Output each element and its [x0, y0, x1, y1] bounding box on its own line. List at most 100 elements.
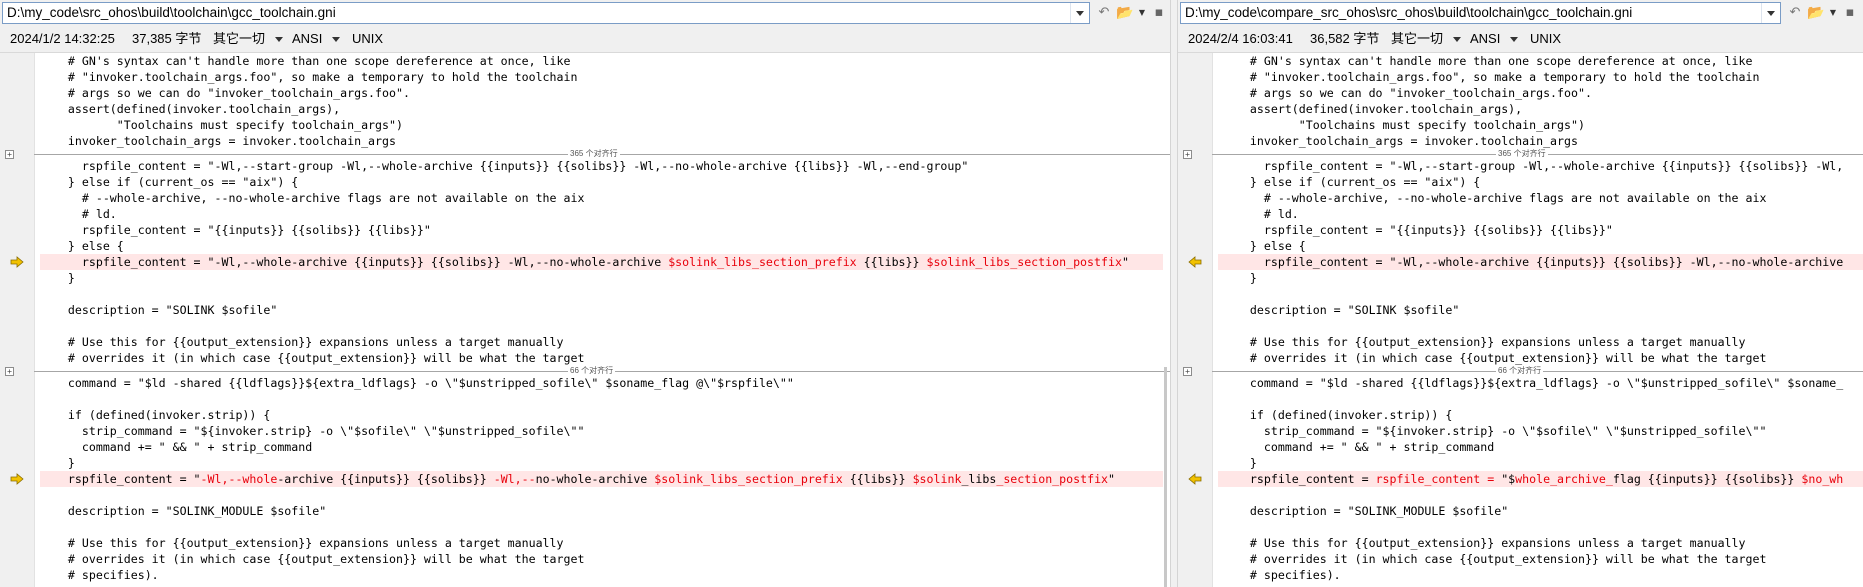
code-line: # specifies). — [40, 568, 159, 582]
code-line: if (defined(invoker.strip)) { — [1222, 408, 1453, 422]
dropdown-arrow-icon[interactable]: ▼ — [1138, 4, 1146, 22]
right-toolbar: ↶ 📂 ▼ ▪ — [1787, 3, 1858, 23]
code-line: description = "SOLINK $sofile" — [1222, 303, 1460, 317]
code-line: description = "SOLINK_MODULE $sofile" — [40, 504, 327, 518]
left-info-bar: 2024/1/2 14:32:25 37,385 字节 其它一切 ANSI UN… — [0, 26, 1170, 53]
diff-line[interactable]: rspfile_content = "-Wl,--whole-archive {… — [0, 471, 1170, 487]
diff-line[interactable]: rspfile_content = "-Wl,--whole-archive {… — [0, 254, 1170, 270]
folder-open-icon[interactable]: 📂 — [1116, 4, 1133, 22]
right-encoding-label: ANSI — [1470, 31, 1501, 46]
code-line: # --whole-archive, --no-whole-archive fl… — [40, 191, 585, 205]
code-line: # Use this for {{output_extension}} expa… — [40, 536, 564, 550]
code-line: # --whole-archive, --no-whole-archive fl… — [1222, 191, 1767, 205]
code-line: } else if (current_os == "aix") { — [1222, 175, 1481, 189]
save-icon[interactable]: ▪ — [1842, 4, 1858, 22]
chevron-down-icon — [275, 37, 284, 43]
code-line: # Use this for {{output_extension}} expa… — [1222, 335, 1746, 349]
left-filter-select[interactable]: 其它一切 — [213, 26, 284, 52]
left-code-view[interactable]: # GN's syntax can't handle more than one… — [0, 53, 1170, 587]
code-line: "Toolchains must specify toolchain_args"… — [40, 118, 403, 132]
right-encoding-select[interactable]: ANSI — [1470, 26, 1519, 52]
code-line: description = "SOLINK_MODULE $sofile" — [1222, 504, 1509, 518]
right-info-bar: 2024/2/4 16:03:41 36,582 字节 其它一切 ANSI UN… — [1178, 26, 1863, 53]
code-line: # overrides it (in which case {{output_e… — [1222, 552, 1767, 566]
right-file-size: 36,582 字节 — [1310, 31, 1380, 46]
code-line: strip_command = "${invoker.strip} -o \"$… — [1222, 424, 1767, 438]
pane-splitter[interactable] — [1170, 0, 1178, 587]
chevron-down-icon — [1453, 37, 1462, 43]
left-filter-label: 其它一切 — [213, 31, 266, 46]
code-line: assert(defined(invoker.toolchain_args), — [1222, 102, 1523, 116]
left-file-size: 37,385 字节 — [132, 31, 202, 46]
left-file-pane: D:\my_code\src_ohos\build\toolchain\gcc_… — [0, 0, 1170, 587]
right-code-view[interactable]: # GN's syntax can't handle more than one… — [1178, 53, 1863, 587]
code-line: } — [1222, 271, 1257, 285]
code-line: strip_command = "${invoker.strip} -o \"$… — [40, 424, 585, 438]
undo-icon[interactable]: ↶ — [1096, 4, 1112, 22]
left-encoding-select[interactable]: ANSI — [292, 26, 341, 52]
right-file-datetime: 2024/2/4 16:03:41 — [1188, 31, 1293, 46]
code-line: # Use this for {{output_extension}} expa… — [1222, 536, 1746, 550]
code-line: invoker_toolchain_args = invoker.toolcha… — [40, 134, 396, 148]
left-encoding-label: ANSI — [292, 31, 323, 46]
left-path-dropdown-icon[interactable] — [1070, 3, 1089, 23]
right-file-pane: D:\my_code\compare_src_ohos\src_ohos\bui… — [1178, 0, 1863, 587]
code-line: } else if (current_os == "aix") { — [40, 175, 299, 189]
code-line: assert(defined(invoker.toolchain_args), — [40, 102, 341, 116]
code-line: } — [1222, 456, 1257, 470]
code-line: # ld. — [1222, 207, 1299, 221]
code-line: rspfile_content = "{{inputs}} {{solibs}}… — [1222, 223, 1613, 237]
next-diff-arrow-icon[interactable] — [10, 256, 24, 268]
left-file-datetime: 2024/1/2 14:32:25 — [10, 31, 115, 46]
code-line: rspfile_content = "{{inputs}} {{solibs}}… — [40, 223, 431, 237]
code-line-diff: rspfile_content = "-Wl,--whole-archive {… — [1222, 255, 1844, 269]
code-line-diff: rspfile_content = "-Wl,--whole-archive {… — [40, 472, 1116, 486]
undo-icon[interactable]: ↶ — [1787, 4, 1803, 22]
right-eol-label: UNIX — [1530, 31, 1562, 46]
code-line: "Toolchains must specify toolchain_args"… — [1222, 118, 1585, 132]
code-line: # "invoker.toolchain_args.foo", so make … — [40, 70, 578, 84]
code-line: # GN's syntax can't handle more than one… — [40, 54, 571, 68]
code-line: invoker_toolchain_args = invoker.toolcha… — [1222, 134, 1578, 148]
left-path-bar: D:\my_code\src_ohos\build\toolchain\gcc_… — [0, 0, 1170, 27]
code-line-diff: rspfile_content = "-Wl,--whole-archive {… — [40, 255, 1129, 269]
chevron-down-icon — [332, 37, 341, 43]
left-path-combobox[interactable]: D:\my_code\src_ohos\build\toolchain\gcc_… — [2, 2, 1090, 24]
save-icon[interactable]: ▪ — [1151, 4, 1167, 22]
code-line: # overrides it (in which case {{output_e… — [40, 552, 585, 566]
code-line: rspfile_content = "-Wl,--start-group -Wl… — [40, 159, 969, 173]
prev-diff-arrow-icon[interactable] — [1188, 256, 1202, 268]
diff-line[interactable]: rspfile_content = "-Wl,--whole-archive {… — [1178, 254, 1863, 270]
left-path-text: D:\my_code\src_ohos\build\toolchain\gcc_… — [7, 5, 336, 20]
folder-open-icon[interactable]: 📂 — [1807, 4, 1824, 22]
right-path-combobox[interactable]: D:\my_code\compare_src_ohos\src_ohos\bui… — [1180, 2, 1781, 24]
code-line: # overrides it (in which case {{output_e… — [40, 351, 585, 365]
code-line: # ld. — [40, 207, 117, 221]
code-line: } — [40, 456, 75, 470]
right-path-dropdown-icon[interactable] — [1761, 3, 1780, 23]
right-filter-select[interactable]: 其它一切 — [1391, 26, 1462, 52]
dropdown-arrow-icon[interactable]: ▼ — [1829, 4, 1837, 22]
left-toolbar: ↶ 📂 ▼ ▪ — [1096, 3, 1167, 23]
code-line: # args so we can do "invoker_toolchain_a… — [40, 86, 410, 100]
diff-line[interactable]: rspfile_content = rspfile_content = "$wh… — [1178, 471, 1863, 487]
code-line: rspfile_content = "-Wl,--start-group -Wl… — [1222, 159, 1844, 173]
left-vertical-scrollbar[interactable] — [1164, 367, 1167, 587]
code-line: command = "$ld -shared {{ldflags}}${extr… — [40, 376, 794, 390]
code-line: if (defined(invoker.strip)) { — [40, 408, 271, 422]
code-line: } else { — [40, 239, 124, 253]
next-diff-arrow-icon[interactable] — [10, 473, 24, 485]
chevron-down-icon — [1510, 37, 1519, 43]
prev-diff-arrow-icon[interactable] — [1188, 473, 1202, 485]
left-eol-label: UNIX — [352, 31, 384, 46]
code-line: # overrides it (in which case {{output_e… — [1222, 351, 1767, 365]
code-line: command += " && " + strip_command — [1222, 440, 1495, 454]
right-path-bar: D:\my_code\compare_src_ohos\src_ohos\bui… — [1178, 0, 1863, 27]
code-line: command = "$ld -shared {{ldflags}}${extr… — [1222, 376, 1844, 390]
code-line: command += " && " + strip_command — [40, 440, 313, 454]
code-line: # GN's syntax can't handle more than one… — [1222, 54, 1753, 68]
code-line: # args so we can do "invoker_toolchain_a… — [1222, 86, 1592, 100]
code-line-diff: rspfile_content = rspfile_content = "$wh… — [1222, 472, 1844, 486]
code-line: # specifies). — [1222, 568, 1341, 582]
right-path-text: D:\my_code\compare_src_ohos\src_ohos\bui… — [1185, 5, 1633, 20]
